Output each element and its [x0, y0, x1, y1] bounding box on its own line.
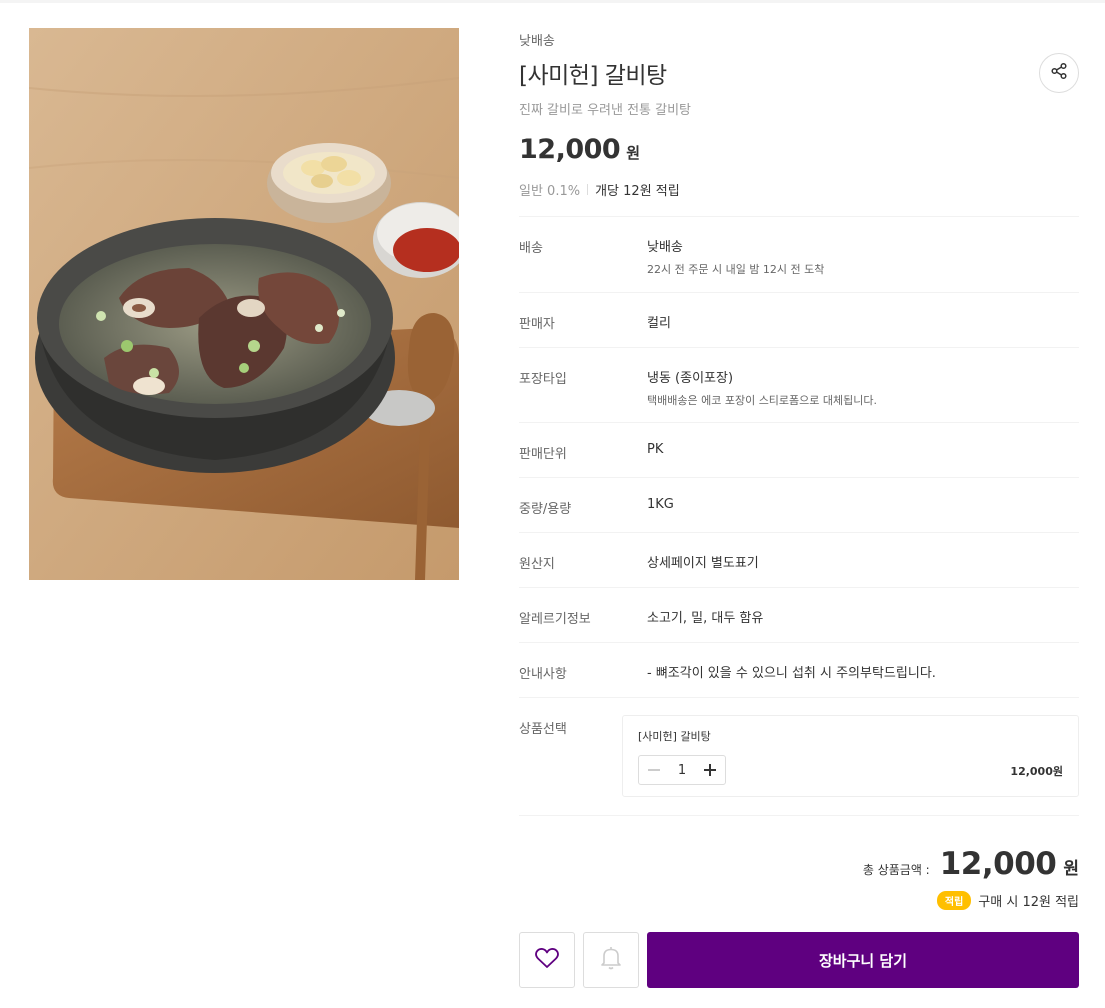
points-per-unit: 개당 12원 적립 [595, 184, 680, 199]
detail-label: 원산지 [519, 557, 555, 572]
detail-row-notice: 안내사항 - 뼈조각이 있을 수 있으니 섭취 시 주의부탁드립니다. [519, 643, 1079, 698]
bell-icon [599, 945, 623, 975]
points-grade: 일반 0.1% [519, 184, 581, 199]
detail-label: 배송 [519, 241, 543, 256]
purchase-actions: 장바구니 담기 [519, 932, 1079, 988]
detail-label: 중량/용량 [519, 502, 572, 517]
product-title: [사미헌] 갈비탕 [519, 63, 667, 89]
earn-badge: 적립 [936, 891, 972, 910]
option-value: [사미헌] 갈비탕 1 12,000원 [622, 698, 1079, 815]
restock-alert-button[interactable] [583, 932, 639, 988]
heart-icon [534, 946, 560, 974]
increase-button[interactable] [703, 763, 717, 777]
share-icon [1050, 62, 1068, 84]
detail-label: 알레르기정보 [519, 612, 591, 627]
total-unit: 원 [1063, 859, 1079, 879]
product-image [29, 28, 459, 580]
detail-row-option: 상품선택 [사미헌] 갈비탕 1 12,000원 [519, 698, 1079, 816]
total-label: 총 상품금액 : [862, 863, 930, 877]
detail-row-origin: 원산지 상세페이지 별도표기 [519, 533, 1079, 588]
detail-value-main: - 뼈조각이 있을 수 있으니 섭취 시 주의부탁드립니다. [647, 666, 936, 681]
quantity-stepper: 1 [638, 755, 726, 785]
option-price: 12,000원 [1010, 765, 1063, 778]
product-subtitle: 진짜 갈비로 우려낸 전통 갈비탕 [519, 103, 692, 118]
detail-value-main: 냉동 (종이포장) [647, 371, 734, 386]
detail-value-main: 낮배송 [647, 240, 683, 255]
detail-row-unit: 판매단위 PK [519, 423, 1079, 478]
option-name: [사미헌] 갈비탕 [638, 730, 711, 743]
add-to-cart-button[interactable]: 장바구니 담기 [647, 932, 1079, 988]
product-price: 12,000 원 [519, 134, 640, 165]
delivery-type-label: 낮배송 [519, 34, 555, 49]
quantity-value: 1 [677, 762, 687, 778]
earn-text: 구매 시 12원 적립 [978, 895, 1079, 910]
price-value: 12,000 [519, 134, 621, 165]
detail-value-sub: 택배배송은 에코 포장이 스티로폼으로 대체됩니다. [647, 394, 878, 407]
points-divider [587, 184, 589, 195]
top-divider [0, 0, 1105, 3]
detail-value-main: 1KG [647, 497, 674, 512]
points-info: 일반 0.1% 개당 12원 적립 [519, 180, 680, 199]
detail-value-sub: 22시 전 주문 시 내일 밤 12시 전 도착 [647, 263, 825, 276]
detail-row-packaging: 포장타입 냉동 (종이포장) 택배배송은 에코 포장이 스티로폼으로 대체됩니다… [519, 348, 1079, 423]
detail-value: 1KG [647, 478, 1079, 532]
detail-value-main: PK [647, 442, 664, 457]
total-price: 총 상품금액 : 12,000 원 [863, 846, 1079, 882]
detail-label: 판매자 [519, 317, 555, 332]
share-button[interactable] [1039, 53, 1079, 93]
product-detail-table: 배송 낮배송 22시 전 주문 시 내일 밤 12시 전 도착 판매자 컬리 포… [519, 216, 1079, 816]
total-amount: 12,000 [939, 846, 1057, 882]
detail-label: 포장타입 [519, 372, 567, 387]
detail-value: 소고기, 밀, 대두 함유 [647, 588, 1079, 642]
detail-value: 컬리 [647, 293, 1079, 347]
detail-value-main: 상세페이지 별도표기 [647, 556, 759, 571]
detail-label: 판매단위 [519, 447, 567, 462]
detail-label: 안내사항 [519, 667, 567, 682]
price-unit: 원 [626, 144, 641, 162]
detail-value-main: 컬리 [647, 316, 671, 331]
detail-value: 낮배송 22시 전 주문 시 내일 밤 12시 전 도착 [647, 217, 1079, 292]
detail-value-main: 소고기, 밀, 대두 함유 [647, 611, 764, 626]
detail-value: - 뼈조각이 있을 수 있으니 섭취 시 주의부탁드립니다. [647, 643, 1079, 697]
decrease-button[interactable] [647, 763, 661, 777]
detail-row-delivery: 배송 낮배송 22시 전 주문 시 내일 밤 12시 전 도착 [519, 217, 1079, 293]
detail-value: 냉동 (종이포장) 택배배송은 에코 포장이 스티로폼으로 대체됩니다. [647, 348, 1079, 422]
detail-row-allergy: 알레르기정보 소고기, 밀, 대두 함유 [519, 588, 1079, 643]
earn-points: 적립 구매 시 12원 적립 [936, 891, 1079, 910]
detail-row-weight: 중량/용량 1KG [519, 478, 1079, 533]
option-box: [사미헌] 갈비탕 1 12,000원 [622, 715, 1079, 797]
detail-value: PK [647, 423, 1079, 477]
detail-value: 상세페이지 별도표기 [647, 533, 1079, 587]
detail-row-seller: 판매자 컬리 [519, 293, 1079, 348]
wishlist-button[interactable] [519, 932, 575, 988]
